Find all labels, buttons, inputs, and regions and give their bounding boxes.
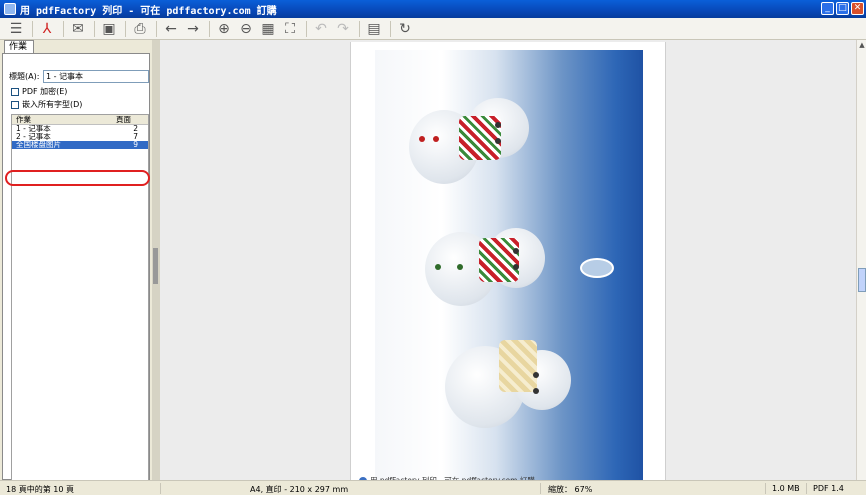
- embed-fonts-label: 嵌入所有字型(D): [22, 100, 83, 109]
- snowman-eye: [495, 122, 501, 128]
- status-separator: [160, 483, 161, 494]
- snowman-eye: [533, 388, 539, 394]
- document-page: 用 pdfFactory 列印 - 可在 pdffactory.com 訂購: [350, 42, 666, 485]
- undo-icon[interactable]: ↶: [311, 19, 331, 39]
- job-column-header[interactable]: 作業: [12, 115, 112, 124]
- close-button[interactable]: ✕: [851, 2, 864, 15]
- list-item[interactable]: 2 - 记事本 7: [12, 133, 148, 141]
- job-name: 1 - 记事本: [16, 125, 51, 133]
- zoom-out-icon[interactable]: ⊖: [236, 19, 256, 39]
- fit-page-icon[interactable]: ⛶: [280, 19, 300, 39]
- panel-splitter[interactable]: [152, 40, 160, 480]
- snowman-eye: [513, 248, 519, 254]
- list-item[interactable]: 1 - 记事本 2: [12, 125, 148, 133]
- vertical-scrollbar[interactable]: ▲: [856, 40, 866, 480]
- properties-icon[interactable]: ▤: [364, 19, 384, 39]
- status-separator: [765, 483, 766, 494]
- toolbar-separator: [156, 20, 157, 37]
- pages-column-header[interactable]: 頁面: [112, 115, 148, 124]
- snowman-scarf: [499, 340, 537, 392]
- pdf-icon[interactable]: ⅄: [37, 19, 57, 39]
- toolbar-separator: [306, 20, 307, 37]
- toolbar: ☰ ⅄ ✉ ▣ ⎙ ← → ⊕ ⊖ ▦ ⛶ ↶ ↷ ▤ ↻: [0, 18, 866, 40]
- jobs-panel: 作業 標題(A): 1 - 记事本 PDF 加密(E) 嵌入所有字型(D) 作業…: [0, 40, 161, 489]
- email-icon[interactable]: ✉: [68, 19, 88, 39]
- scroll-up-icon[interactable]: ▲: [857, 40, 866, 50]
- status-bar: 18 頁中的第 10 頁 A4, 直印 - 210 x 297 mm 縮放： 6…: [0, 480, 866, 495]
- embed-fonts-box[interactable]: [11, 100, 19, 109]
- document-view: 用 pdfFactory 列印 - 可在 pdffactory.com 訂購: [160, 40, 856, 485]
- snowman-button: [433, 136, 439, 142]
- snowman-scarf: [479, 238, 519, 282]
- file-size: 1.0 MB: [772, 484, 800, 493]
- paper-info: A4, 直印 - 210 x 297 mm: [250, 485, 349, 494]
- snowman-eye: [513, 264, 519, 270]
- job-name: 全国楼盘图片: [16, 141, 61, 149]
- toolbar-separator: [32, 20, 33, 37]
- toolbar-separator: [209, 20, 210, 37]
- title-field-row: 標題(A): 1 - 记事本: [9, 70, 149, 83]
- tab-jobs[interactable]: 作業: [4, 40, 34, 54]
- highlight-annotation: [5, 170, 150, 186]
- title-label: 標題(A):: [9, 72, 40, 81]
- status-separator: [540, 483, 541, 494]
- snowman-button: [457, 264, 463, 270]
- save-icon[interactable]: ▣: [99, 19, 119, 39]
- embed-fonts-checkbox[interactable]: 嵌入所有字型(D): [11, 99, 82, 110]
- snowman-button: [419, 136, 425, 142]
- pdf-encrypt-label: PDF 加密(E): [22, 87, 68, 96]
- toolbar-separator: [63, 20, 64, 37]
- thumbnails-icon[interactable]: ▦: [258, 19, 278, 39]
- pdf-version: PDF 1.4: [813, 484, 844, 493]
- title-bar: 用 pdfFactory 列印 - 可在 pdffactory.com 訂購 _…: [0, 0, 866, 18]
- toolbar-separator: [94, 20, 95, 37]
- toolbar-separator: [125, 20, 126, 37]
- menu-icon[interactable]: ☰: [6, 19, 26, 39]
- snowman-photo: [375, 50, 643, 480]
- status-separator: [806, 483, 807, 494]
- maximize-button[interactable]: □: [836, 2, 849, 15]
- forward-icon[interactable]: →: [183, 19, 203, 39]
- toolbar-separator: [359, 20, 360, 37]
- zoom-in-icon[interactable]: ⊕: [214, 19, 234, 39]
- pdf-encrypt-checkbox[interactable]: PDF 加密(E): [11, 86, 67, 97]
- job-pages: 9: [133, 140, 138, 149]
- list-item-selected[interactable]: 全国楼盘图片 9: [12, 141, 148, 149]
- jobs-tab-body: 標題(A): 1 - 记事本 PDF 加密(E) 嵌入所有字型(D) 作業 頁面…: [2, 53, 150, 489]
- back-icon[interactable]: ←: [161, 19, 181, 39]
- splitter-grip[interactable]: [153, 248, 158, 284]
- snowman-button: [435, 264, 441, 270]
- window-title: 用 pdfFactory 列印 - 可在 pdffactory.com 訂購: [20, 5, 277, 17]
- snowman-eye: [533, 372, 539, 378]
- redo-icon[interactable]: ↷: [333, 19, 353, 39]
- refresh-icon[interactable]: ↻: [395, 19, 415, 39]
- title-input[interactable]: 1 - 记事本: [43, 70, 149, 83]
- minimize-button[interactable]: _: [821, 2, 834, 15]
- job-list-header: 作業 頁面: [12, 115, 148, 125]
- toolbar-separator: [390, 20, 391, 37]
- zoom-info: 縮放： 67%: [548, 485, 593, 494]
- app-icon: [4, 3, 16, 15]
- snowflake-badge: [580, 258, 614, 278]
- scrollbar-thumb[interactable]: [858, 268, 866, 292]
- page-info: 18 頁中的第 10 頁: [6, 485, 74, 494]
- job-name: 2 - 记事本: [16, 133, 51, 141]
- print-icon[interactable]: ⎙: [130, 19, 150, 39]
- snowman-eye: [495, 138, 501, 144]
- pdf-encrypt-box[interactable]: [11, 87, 19, 96]
